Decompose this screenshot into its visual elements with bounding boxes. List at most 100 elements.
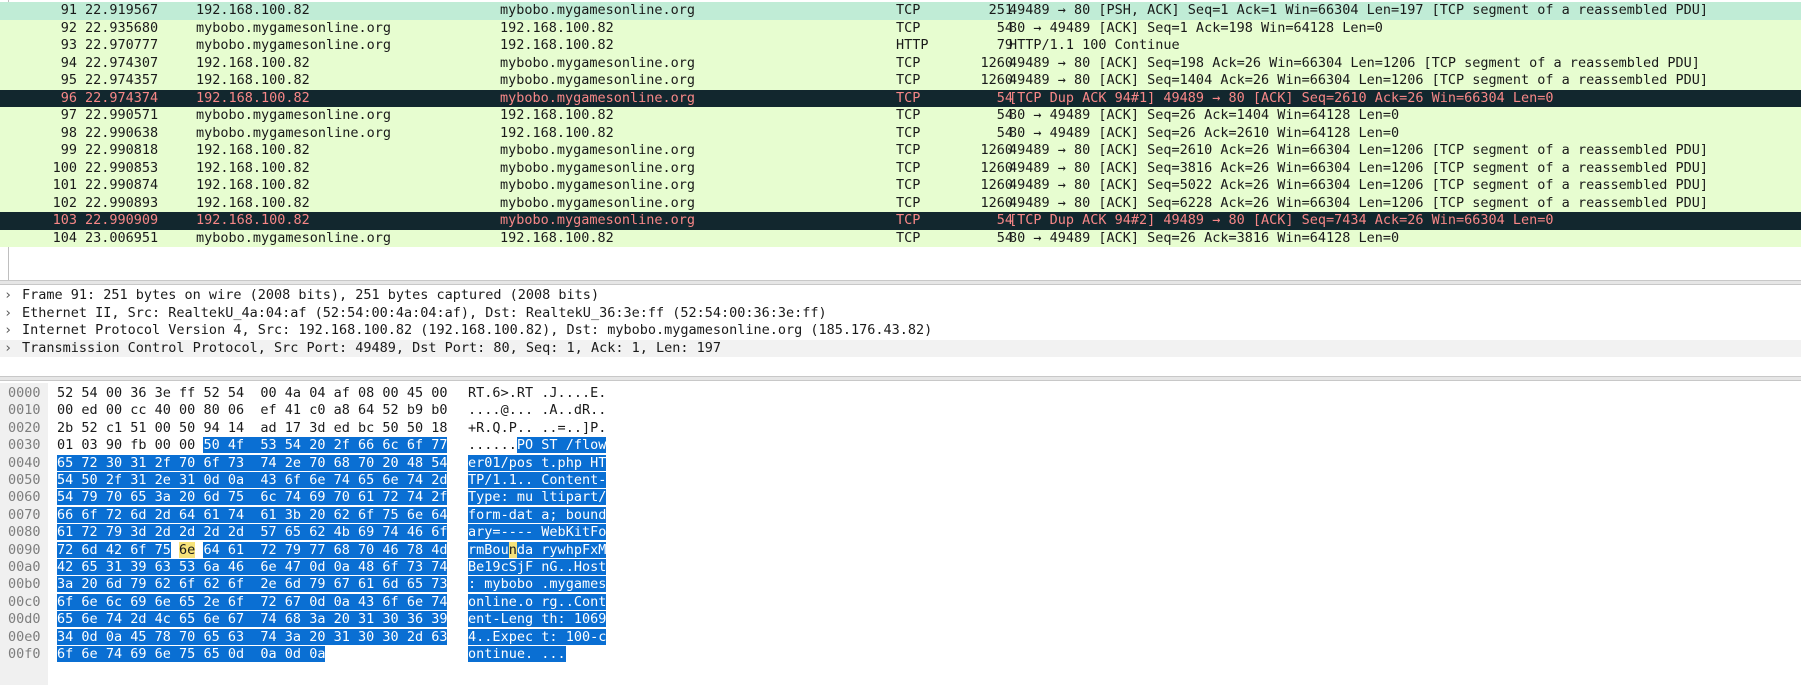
ascii-char[interactable]: e — [549, 524, 558, 541]
packet-row[interactable]: 94 22.974307 192.168.100.82 mybobo.mygameso… — [0, 54, 1801, 72]
hex-byte[interactable]: 4f — [227, 437, 245, 454]
ascii-char[interactable]: u — [508, 646, 517, 662]
hex-ascii[interactable]: ......PO ST /flow — [468, 437, 607, 454]
hex-byte[interactable]: 6e — [382, 472, 399, 488]
ascii-char[interactable]: . — [582, 385, 590, 401]
ascii-char[interactable]: . — [558, 402, 566, 418]
ascii-char[interactable]: 6 — [492, 385, 500, 401]
ascii-char[interactable]: H — [573, 559, 582, 575]
ascii-char[interactable]: t — [565, 472, 574, 488]
ascii-char[interactable]: . — [509, 437, 517, 453]
hex-bytes[interactable]: 61 72 79 3d 2d 2d 2d 2d 57 65 62 4b 69 7… — [57, 524, 448, 541]
hex-byte[interactable]: 6f — [130, 541, 147, 558]
hex-ascii[interactable]: +R.Q.P.. ..=..]P. — [468, 420, 606, 437]
ascii-char[interactable]: d — [508, 506, 517, 523]
ascii-char[interactable]: = — [558, 420, 566, 436]
hex-byte[interactable]: 2d — [130, 611, 147, 628]
ascii-char[interactable]: n — [557, 472, 566, 488]
ascii-char[interactable]: . — [549, 646, 558, 662]
ascii-char[interactable]: / — [565, 437, 574, 454]
ascii-char[interactable]: e — [492, 489, 501, 506]
ascii-char[interactable]: . — [598, 402, 606, 418]
hex-byte[interactable]: 73 — [406, 559, 424, 575]
hex-ascii[interactable]: TP/1.1.. Content- — [468, 472, 607, 489]
ascii-char[interactable]: w — [557, 541, 566, 558]
hex-ascii[interactable]: RT.6>.RT .J....E. — [468, 385, 606, 402]
packet-row[interactable]: 96 22.974374 192.168.100.82 mybobo.mygameso… — [0, 89, 1801, 107]
ascii-char[interactable]: o — [549, 472, 558, 488]
ascii-char[interactable]: . — [468, 437, 476, 453]
hex-byte[interactable]: 75 — [382, 506, 399, 523]
ascii-char[interactable]: + — [468, 420, 476, 436]
ascii-char[interactable]: . — [492, 402, 500, 418]
ascii-char[interactable]: n — [581, 472, 591, 488]
packet-row[interactable]: 92 22.935680 mybobo.mygamesonline.org 192.1… — [0, 19, 1801, 37]
hex-byte[interactable]: ff — [179, 385, 195, 401]
hex-byte[interactable]: 61 — [358, 489, 375, 506]
ascii-char[interactable]: m — [516, 489, 525, 506]
hex-byte[interactable]: 94 — [203, 420, 219, 436]
packet-list[interactable]: 91 22.919567 192.168.100.82 mybobo.mygameso… — [0, 0, 1801, 280]
packet-row[interactable]: 93 22.970777 mybobo.mygamesonline.org 192.1… — [0, 37, 1801, 55]
ascii-char[interactable]: p — [508, 628, 517, 645]
ascii-char[interactable]: a — [573, 489, 582, 506]
ascii-char[interactable] — [508, 489, 517, 506]
hex-byte[interactable]: 3e — [155, 385, 171, 401]
hex-byte[interactable]: 65 — [284, 524, 302, 541]
hex-byte[interactable]: c1 — [106, 420, 122, 436]
hex-bytes[interactable]: 65 72 30 31 2f 70 6f 73 74 2e 70 68 70 2… — [57, 454, 448, 472]
ascii-char[interactable]: p — [557, 454, 566, 471]
ascii-char[interactable] — [557, 628, 566, 645]
hex-byte[interactable]: 6e — [179, 541, 196, 558]
hex-byte[interactable]: 2d — [203, 524, 220, 541]
hex-byte[interactable]: 74 — [260, 611, 277, 628]
hex-byte[interactable]: 0d — [309, 559, 326, 575]
hex-byte[interactable]: ef — [260, 402, 276, 418]
hex-byte[interactable]: 6f — [227, 576, 245, 593]
hex-byte[interactable]: 6d — [105, 576, 123, 593]
hex-byte[interactable]: 01 — [57, 437, 73, 453]
hex-byte[interactable]: 31 — [130, 454, 147, 471]
hex-byte[interactable]: 00 — [106, 402, 122, 418]
ascii-char[interactable]: x — [500, 628, 509, 645]
ascii-char[interactable]: . — [516, 472, 525, 488]
ascii-char[interactable]: . — [565, 559, 574, 575]
ascii-char[interactable]: : — [500, 489, 509, 506]
packet-row[interactable]: 98 22.990638 mybobo.mygamesonline.org 192.1… — [0, 124, 1801, 142]
ascii-char[interactable]: G — [549, 559, 558, 575]
hex-byte[interactable]: 72 — [81, 524, 98, 541]
ascii-char[interactable]: - — [492, 611, 501, 628]
hex-byte[interactable]: 6f — [203, 454, 220, 471]
hex-byte[interactable]: 73 — [431, 576, 448, 593]
ascii-char[interactable]: R — [582, 402, 590, 418]
ascii-char[interactable]: . — [574, 420, 582, 436]
packet-row[interactable]: 97 22.990571 mybobo.mygamesonline.org 192.1… — [0, 107, 1801, 125]
ascii-char[interactable]: r — [581, 489, 591, 506]
hex-byte[interactable]: 79 — [130, 576, 147, 593]
ascii-char[interactable]: - — [500, 506, 509, 523]
hex-byte[interactable]: 74 — [105, 611, 123, 628]
hex-byte[interactable]: 0a — [309, 646, 326, 662]
hex-byte[interactable]: 14 — [228, 420, 244, 436]
hex-bytes[interactable]: 52 54 00 36 3e ff 52 54 00 4a 04 af 08 0… — [57, 385, 447, 402]
ascii-char[interactable]: m — [492, 506, 501, 523]
ascii-char[interactable]: 0 — [573, 628, 582, 645]
ascii-char[interactable]: r — [468, 541, 477, 558]
ascii-char[interactable]: . — [566, 420, 574, 436]
ascii-char[interactable]: . — [557, 646, 566, 662]
hex-byte[interactable]: 77 — [309, 541, 326, 558]
hex-byte[interactable]: 69 — [130, 646, 147, 662]
packet-row[interactable]: 101 22.990874 192.168.100.82 mybobo.mygames… — [0, 177, 1801, 195]
hex-byte[interactable]: 39 — [130, 559, 147, 575]
hex-byte[interactable]: c0 — [309, 402, 325, 418]
hex-byte[interactable]: 6e — [309, 472, 326, 488]
ascii-char[interactable]: . — [566, 402, 574, 418]
hex-byte[interactable]: bc — [358, 420, 374, 436]
ascii-char[interactable]: a — [573, 576, 582, 593]
ascii-char[interactable]: F — [524, 559, 534, 575]
hex-byte[interactable]: 62 — [203, 576, 220, 593]
hex-byte[interactable]: 0a — [333, 559, 350, 575]
hex-ascii[interactable]: rmBounda rywhpFxM — [468, 541, 607, 559]
hex-byte[interactable]: 51 — [130, 420, 146, 436]
hex-byte[interactable]: 00 — [431, 385, 447, 401]
